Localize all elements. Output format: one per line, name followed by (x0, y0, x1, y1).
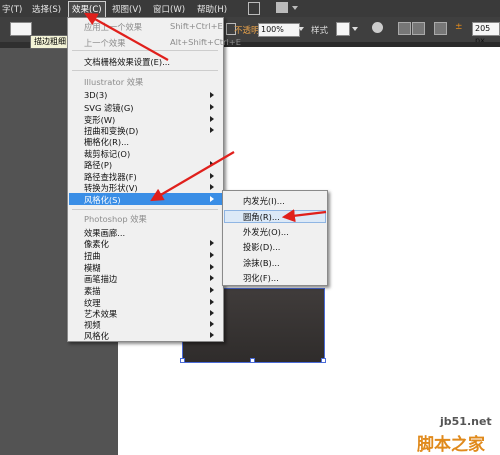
chevron-down-icon[interactable] (298, 27, 304, 31)
submenu-arrow-icon (210, 184, 214, 190)
selection-handle[interactable] (250, 358, 255, 363)
submenu-arrow-icon (210, 116, 214, 122)
section-header-illustrator: Illustrator 效果 (84, 77, 144, 87)
graphic-style-swatch[interactable] (336, 22, 350, 36)
menu-item-sketch[interactable]: 素描 (84, 285, 101, 297)
style-label: 样式 (311, 26, 329, 36)
tooltip: 描边粗细 (30, 35, 70, 49)
submenu-arrow-icon (210, 332, 214, 338)
menu-item-document-raster-settings[interactable]: 文档栅格效果设置(E)... (84, 56, 170, 68)
submenu-arrow-icon (210, 299, 214, 305)
menu-type[interactable]: 字(T) (2, 3, 22, 15)
menu-item-stylize[interactable]: 风格化(S) (84, 194, 121, 206)
bridge-icon[interactable] (248, 2, 260, 15)
watermark-url: jb51.net (440, 415, 492, 428)
submenu-arrow-icon (210, 104, 214, 110)
submenu-arrow-icon (210, 92, 214, 98)
arrange-documents-icon[interactable] (276, 2, 288, 13)
menu-item-svg-filters[interactable]: SVG 滤镜(G) (84, 102, 134, 114)
menu-item-brush-strokes[interactable]: 画笔描边 (84, 273, 117, 285)
submenu-arrow-icon (210, 127, 214, 133)
menu-window[interactable]: 窗口(W) (153, 3, 185, 15)
menu-effect[interactable]: 效果(C) (72, 3, 102, 15)
menu-item-rasterize[interactable]: 栅格化(R)... (84, 136, 129, 148)
menu-item-3d[interactable]: 3D(3) (84, 90, 107, 100)
stylize-submenu: 内发光(I)... 圆角(R)... 外发光(O)... 投影(D)... 涂抹… (222, 190, 328, 286)
effect-menu: 应用上一个效果 Shift+Ctrl+E 上一个效果 Alt+Shift+Ctrl+… (67, 17, 241, 342)
menubar: 字(T) 选择(S) 效果(C) 视图(V) 窗口(W) 帮助(H) (0, 0, 500, 18)
submenu-arrow-icon (210, 161, 214, 167)
watermark-brand: 脚本之家 (417, 435, 485, 455)
menu-item-pixelate[interactable]: 像素化 (84, 238, 109, 250)
submenu-item-outer-glow[interactable]: 外发光(O)... (243, 226, 289, 238)
submenu-arrow-icon (210, 321, 214, 327)
isolate-icon[interactable] (434, 22, 447, 35)
submenu-item-round-corners[interactable]: 圆角(R)... (243, 211, 280, 223)
chevron-down-icon[interactable] (352, 27, 358, 31)
submenu-item-inner-glow[interactable]: 内发光(I)... (243, 195, 285, 207)
submenu-item-feather[interactable]: 羽化(F)... (243, 272, 279, 284)
menu-item-apply-last-effect: 应用上一个效果 Shift+Ctrl+E (84, 21, 223, 32)
submenu-arrow-icon (210, 196, 214, 202)
selection-handle[interactable] (180, 358, 185, 363)
stroke-weight-field[interactable] (10, 22, 32, 36)
width-label: ± (455, 22, 463, 32)
menu-help[interactable]: 帮助(H) (197, 3, 227, 15)
section-header-photoshop: Photoshop 效果 (84, 214, 147, 224)
align-icon[interactable] (398, 22, 411, 35)
shortcut-text: Alt+Shift+Ctrl+E (170, 37, 241, 47)
menu-item-last-effect: 上一个效果 Alt+Shift+Ctrl+E (84, 37, 241, 48)
submenu-arrow-icon (210, 275, 214, 281)
recolor-icon[interactable] (372, 22, 383, 33)
menu-select[interactable]: 选择(S) (32, 3, 61, 15)
menu-item-distort[interactable]: 扭曲 (84, 250, 101, 262)
submenu-arrow-icon (210, 240, 214, 246)
submenu-arrow-icon (210, 287, 214, 293)
menu-divider (72, 50, 218, 51)
chevron-down-icon[interactable] (292, 6, 298, 10)
shortcut-text: Shift+Ctrl+E (170, 21, 223, 31)
menu-item-convert-to-shape[interactable]: 转换为形状(V) (84, 182, 138, 194)
selection-handle[interactable] (321, 358, 326, 363)
transform-icon[interactable] (412, 22, 425, 35)
menu-view[interactable]: 视图(V) (112, 3, 141, 15)
width-field[interactable]: 205 px (472, 22, 500, 45)
submenu-arrow-icon (210, 252, 214, 258)
submenu-arrow-icon (210, 173, 214, 179)
menu-item-path[interactable]: 路径(P) (84, 159, 112, 171)
submenu-arrow-icon (210, 264, 214, 270)
opacity-field[interactable]: 100% (258, 23, 300, 37)
menu-divider (72, 70, 218, 71)
submenu-item-scribble[interactable]: 涂抹(B)... (243, 257, 280, 269)
menu-item-stylize-photoshop[interactable]: 风格化 (84, 330, 109, 342)
submenu-arrow-icon (210, 310, 214, 316)
menu-divider (72, 209, 218, 210)
submenu-item-drop-shadow[interactable]: 投影(D)... (243, 241, 280, 253)
